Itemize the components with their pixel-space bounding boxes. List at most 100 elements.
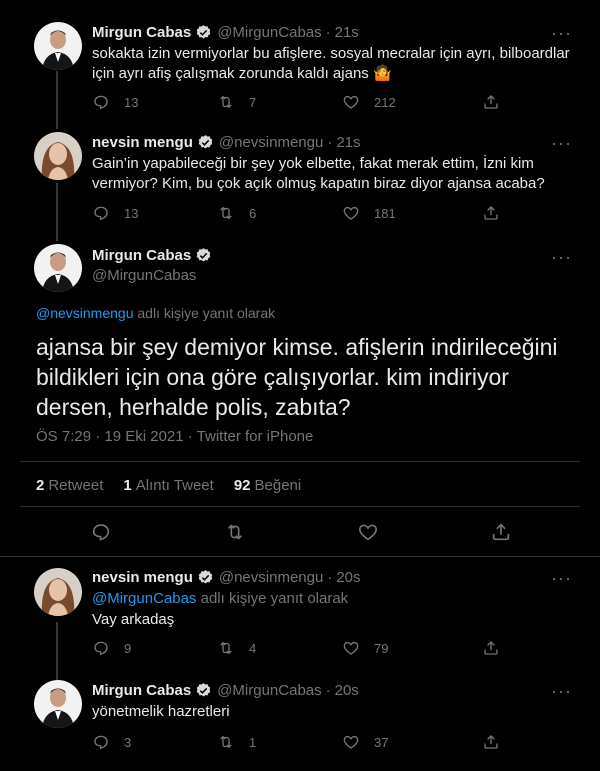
engagement-stats: 2 Retweet 1 Alıntı Tweet 92 Beğeni — [36, 477, 321, 494]
more-options-icon[interactable]: ··· — [551, 24, 572, 42]
retweet-button[interactable]: 6 — [217, 204, 342, 222]
retweet-icon — [220, 95, 232, 109]
reply-tweet[interactable]: Mirgun Cabas @MirgunCabas · 20s ··· yöne… — [0, 669, 600, 771]
avatar[interactable] — [34, 22, 82, 70]
avatar[interactable] — [34, 132, 82, 180]
share-button[interactable] — [490, 521, 512, 548]
avatar[interactable] — [34, 680, 82, 728]
reply-button[interactable] — [90, 521, 112, 548]
share-icon — [484, 735, 498, 749]
username[interactable]: @MirgunCabas — [217, 682, 321, 699]
reply-button[interactable]: 9 — [92, 639, 217, 657]
retweet-button[interactable] — [224, 521, 246, 548]
action-bar: 3 1 37 — [92, 733, 500, 751]
more-options-icon[interactable]: ··· — [551, 682, 572, 700]
like-count: 79 — [374, 640, 389, 656]
like-stat-count: 92 — [233, 477, 251, 494]
display-name[interactable]: Mirgun Cabas — [92, 247, 191, 264]
like-count: 37 — [374, 734, 389, 750]
divider — [20, 461, 580, 462]
retweet-stat-count: 2 — [36, 477, 45, 494]
like-button[interactable]: 37 — [342, 733, 482, 751]
reply-icon — [94, 206, 108, 221]
separator-dot: · — [325, 682, 331, 699]
like-stat-label: Beğeni — [254, 477, 302, 494]
tweet[interactable]: Mirgun Cabas @MirgunCabas · 21s ··· soka… — [0, 0, 600, 120]
share-button[interactable] — [482, 733, 500, 751]
reply-button[interactable]: 13 — [92, 204, 217, 222]
username[interactable]: @MirgunCabas — [217, 24, 321, 41]
timestamp[interactable]: 20s — [335, 682, 359, 699]
retweet-button[interactable]: 4 — [217, 639, 342, 657]
tweet-text: yönetmelik hazretleri — [92, 703, 230, 720]
reply-icon — [94, 641, 108, 656]
display-name[interactable]: Mirgun Cabas — [92, 682, 191, 699]
share-icon — [484, 206, 498, 220]
heart-icon — [343, 735, 359, 749]
display-name[interactable]: nevsin mengu — [92, 569, 193, 586]
action-bar: 13 7 212 — [92, 93, 500, 111]
divider — [20, 506, 580, 507]
separator-dot: · — [327, 569, 333, 586]
timestamp[interactable]: 20s — [336, 569, 360, 586]
reply-icon — [94, 95, 108, 110]
reply-button[interactable]: 13 — [92, 93, 217, 111]
username[interactable]: @nevsinmengu — [219, 134, 323, 151]
like-button[interactable] — [357, 521, 379, 548]
separator-dot: · — [325, 24, 331, 41]
reply-icon — [92, 524, 110, 541]
retweet-button[interactable]: 7 — [217, 93, 342, 111]
share-button[interactable] — [482, 204, 500, 222]
retweet-icon — [220, 735, 232, 749]
display-name[interactable]: nevsin mengu — [92, 134, 193, 151]
more-options-icon[interactable]: ··· — [551, 569, 572, 587]
retweet-button[interactable]: 1 — [217, 733, 342, 751]
heart-icon — [359, 524, 377, 541]
username[interactable]: @MirgunCabas — [92, 267, 196, 284]
share-button[interactable] — [482, 639, 500, 657]
avatar[interactable] — [34, 244, 82, 292]
reply-context-text: adlı kişiye yanıt olarak — [196, 590, 349, 607]
username[interactable]: @nevsinmengu — [219, 569, 323, 586]
quote-stat[interactable]: 1 Alıntı Tweet — [123, 477, 213, 494]
reply-context: @MirgunCabas adlı kişiye yanıt olarak — [92, 590, 348, 607]
verified-badge-icon — [198, 570, 213, 584]
retweet-count: 6 — [249, 205, 257, 221]
like-button[interactable]: 181 — [342, 204, 482, 222]
reply-count: 9 — [124, 640, 132, 656]
share-button[interactable] — [482, 93, 500, 111]
mention-link[interactable]: @MirgunCabas — [92, 590, 196, 607]
mention-link[interactable]: @nevsinmengu — [36, 305, 134, 321]
like-count: 181 — [374, 205, 396, 221]
reply-count: 13 — [124, 205, 139, 221]
timestamp[interactable]: 21s — [336, 134, 360, 151]
reply-button[interactable]: 3 — [92, 733, 217, 751]
verified-badge-icon — [196, 683, 211, 697]
reply-tweet[interactable]: nevsin mengu @nevsinmengu · 20s ··· @Mir… — [0, 557, 600, 669]
display-name[interactable]: Mirgun Cabas — [92, 24, 191, 41]
avatar[interactable] — [34, 568, 82, 616]
like-stat[interactable]: 92 Beğeni — [234, 477, 301, 494]
more-options-icon[interactable]: ··· — [551, 134, 572, 152]
like-button[interactable]: 212 — [342, 93, 482, 111]
share-icon — [492, 523, 510, 541]
tweet-metadata[interactable]: ÖS 7:29 · 19 Eki 2021 · Twitter for iPho… — [36, 428, 313, 445]
tweet-text: Gain’in yapabileceği bir şey yok elbette… — [92, 155, 545, 192]
tweet-text: sokakta izin vermiyorlar bu afişlere. so… — [92, 45, 570, 82]
like-count: 212 — [374, 94, 396, 110]
verified-badge-icon — [198, 135, 213, 149]
verified-badge-icon — [196, 248, 211, 262]
retweet-stat[interactable]: 2 Retweet — [36, 477, 103, 494]
like-button[interactable]: 79 — [342, 639, 482, 657]
retweet-stat-label: Retweet — [48, 477, 104, 494]
timestamp[interactable]: 21s — [335, 24, 359, 41]
quote-stat-count: 1 — [123, 477, 132, 494]
heart-icon — [343, 206, 359, 220]
tweet[interactable]: nevsin mengu @nevsinmengu · 21s ··· Gain… — [0, 120, 600, 234]
tweet-text: ajansa bir şey demiyor kimse. afişlerin … — [36, 334, 558, 420]
more-options-icon[interactable]: ··· — [551, 248, 572, 266]
quote-stat-label: Alıntı Tweet — [135, 477, 214, 494]
action-bar: 9 4 79 — [92, 639, 500, 657]
retweet-count: 1 — [249, 734, 257, 750]
main-action-bar — [0, 521, 600, 547]
